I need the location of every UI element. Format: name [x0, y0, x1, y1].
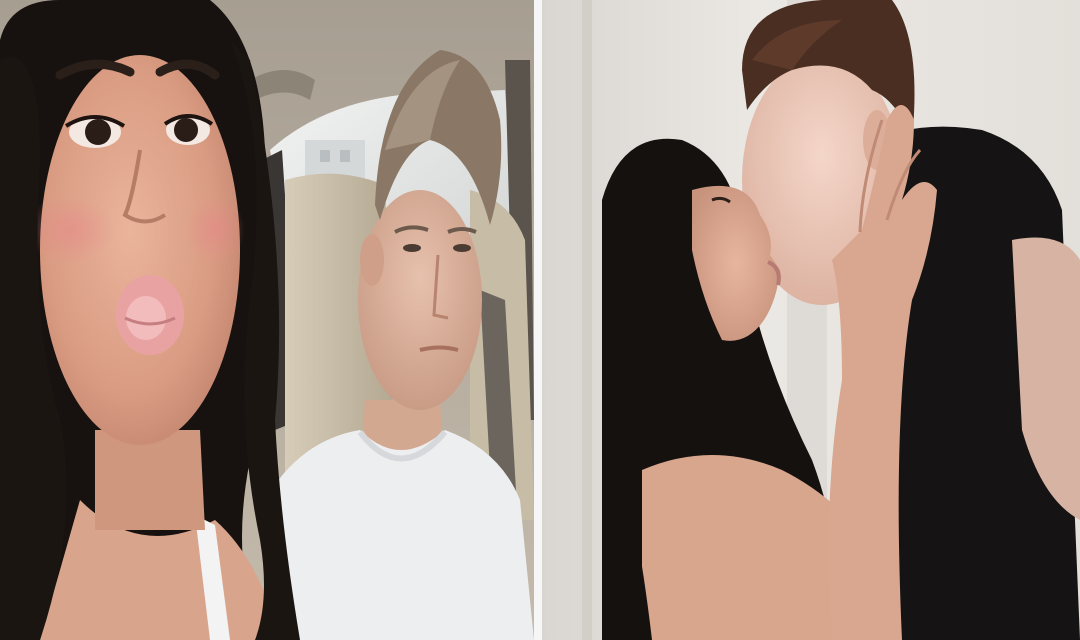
car-selfie-photo — [0, 0, 534, 640]
couple-kissing-photo — [542, 0, 1080, 640]
panel-divider — [534, 0, 542, 640]
right-photo-panel — [542, 0, 1080, 640]
left-photo-panel — [0, 0, 534, 640]
photo-collage — [0, 0, 1080, 640]
